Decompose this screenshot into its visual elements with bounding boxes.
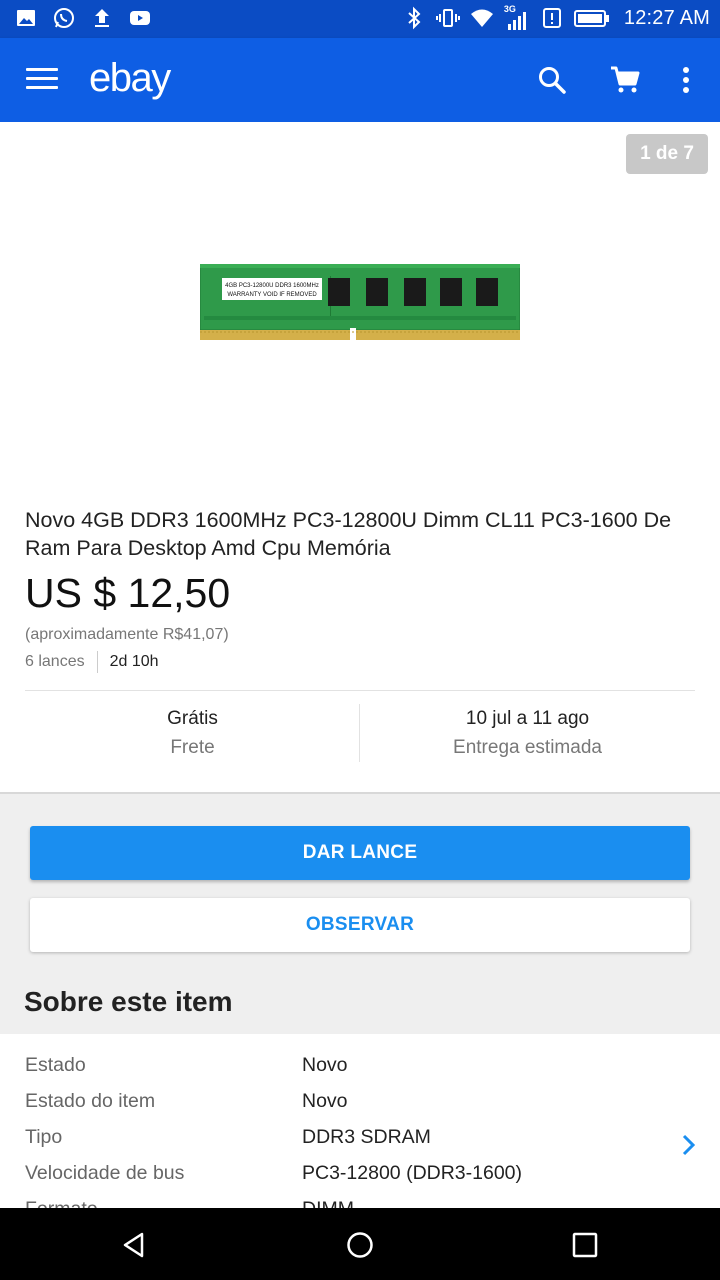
wifi-icon <box>470 9 493 27</box>
status-bar: 3G 12:27 AM <box>0 0 720 38</box>
spec-value: Novo <box>302 1090 348 1112</box>
spec-value: DIMM <box>302 1198 354 1208</box>
app-bar: ebay <box>0 38 720 122</box>
module-label-line2: WARRANTY VOID IF REMOVED <box>227 292 317 298</box>
spec-key: Velocidade de bus <box>25 1162 185 1184</box>
spec-key: Estado do item <box>25 1090 156 1112</box>
spec-row: Formato DIMM <box>25 1198 705 1208</box>
home-icon[interactable] <box>345 1230 375 1260</box>
menu-icon[interactable] <box>26 68 58 92</box>
watch-button[interactable]: OBSERVAR <box>30 898 690 952</box>
gallery-icon <box>17 10 35 26</box>
spec-value: PC3-12800 (DDR3-1600) <box>302 1162 523 1184</box>
bluetooth-icon <box>408 6 421 30</box>
vibrate-icon <box>435 9 460 27</box>
time-left: 2d 10h <box>109 653 159 670</box>
shipping-cost-value: Grátis <box>167 708 218 729</box>
spec-row: Estado do item Novo <box>25 1090 705 1126</box>
item-specifics[interactable]: Estado Novo Estado do item Novo Tipo DDR… <box>0 1034 720 1208</box>
spec-key: Estado <box>25 1054 86 1076</box>
upload-icon <box>95 9 109 27</box>
delivery-estimate: 10 jul a 11 ago Entrega estimada <box>360 704 695 762</box>
spec-key: Formato <box>25 1198 98 1208</box>
spec-row: Velocidade de bus PC3-12800 (DDR3-1600) <box>25 1162 705 1198</box>
bid-info: 6 lances 2d 10h <box>25 651 159 673</box>
shipping-cost: Grátis Frete <box>25 704 360 762</box>
spec-row: Estado Novo <box>25 1054 705 1090</box>
back-icon[interactable] <box>120 1230 150 1260</box>
battery-icon <box>573 10 609 27</box>
approx-price: (aproximadamente R$41,07) <box>25 626 229 643</box>
search-icon[interactable] <box>536 64 568 96</box>
listing-title: Novo 4GB DDR3 1600MHz PC3-12800U Dimm CL… <box>25 508 672 560</box>
whatsapp-icon <box>54 8 74 28</box>
place-bid-button[interactable]: DAR LANCE <box>30 826 690 880</box>
product-gallery[interactable]: 1 de 7 4GB PC3-12800U DDR3 1600MHz WARRA… <box>0 122 720 492</box>
bid-count[interactable]: 6 lances <box>25 653 85 671</box>
module-label-line1: 4GB PC3-12800U DDR3 1600MHz <box>225 283 319 289</box>
listing-price: US $ 12,50 <box>25 570 231 616</box>
cart-icon[interactable] <box>609 64 641 96</box>
image-counter: 1 de 7 <box>626 134 708 174</box>
shipping-cost-label: Frete <box>170 737 215 758</box>
more-vert-icon[interactable] <box>670 64 702 96</box>
spec-value: DDR3 SDRAM <box>302 1126 431 1148</box>
chevron-right-icon[interactable] <box>678 1132 698 1158</box>
delivery-estimate-label: Entrega estimada <box>453 737 602 758</box>
alert-icon <box>542 8 561 28</box>
spec-value: Novo <box>302 1054 348 1076</box>
product-image: 4GB PC3-12800U DDR3 1600MHz WARRANTY VOI… <box>200 264 520 340</box>
status-time: 12:27 AM <box>623 6 710 29</box>
actions-panel: DAR LANCE OBSERVAR Sobre este item <box>0 792 720 1034</box>
ebay-logo[interactable]: ebay <box>89 56 171 101</box>
spec-key: Tipo <box>25 1126 63 1148</box>
youtube-icon <box>130 11 150 25</box>
divider <box>25 690 695 691</box>
spec-row: Tipo DDR3 SDRAM <box>25 1126 705 1162</box>
delivery-estimate-value: 10 jul a 11 ago <box>465 708 590 729</box>
cell-signal-icon: 3G <box>504 4 530 30</box>
about-item-heading: Sobre este item <box>24 986 233 1017</box>
system-nav-bar <box>0 1208 720 1280</box>
shipping-summary: Grátis Frete 10 jul a 11 ago Entrega est… <box>25 704 695 762</box>
recents-icon[interactable] <box>570 1230 600 1260</box>
